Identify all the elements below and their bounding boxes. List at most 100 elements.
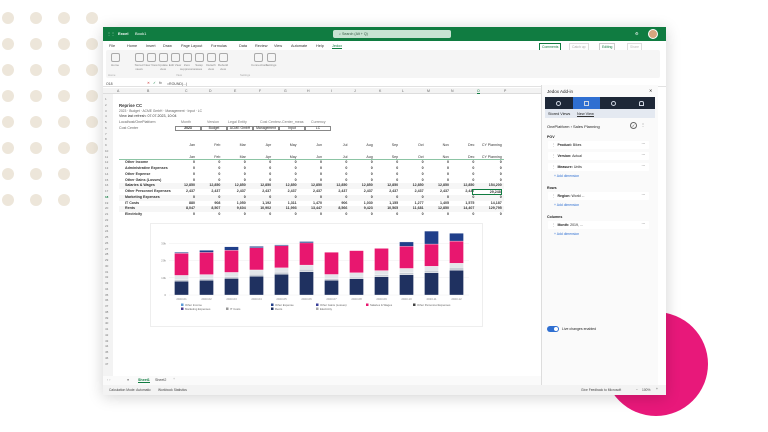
section-header-columns[interactable]: Columns: [547, 215, 562, 219]
data-cell[interactable]: 0: [402, 160, 424, 164]
data-cell[interactable]: 1,030: [351, 201, 373, 205]
data-cell[interactable]: 2,437: [351, 189, 373, 193]
settings-tab-icon[interactable]: [600, 97, 628, 109]
data-cell[interactable]: 0: [300, 172, 322, 176]
data-cell[interactable]: 14,187: [472, 201, 502, 205]
data-cell[interactable]: 0: [376, 166, 398, 170]
check-icon[interactable]: ✓: [630, 122, 637, 129]
view-tab-icon[interactable]: [572, 97, 600, 109]
drag-handle-icon[interactable]: ⋮: [552, 143, 556, 147]
data-cell[interactable]: 0: [249, 178, 271, 182]
settings-icon[interactable]: ⚙: [635, 31, 639, 36]
dimension-card[interactable]: ⋮ Region: World ... ⋯: [548, 192, 649, 200]
data-cell[interactable]: 0: [249, 160, 271, 164]
bell-icon[interactable]: [628, 97, 656, 109]
data-cell[interactable]: 1,470: [300, 201, 322, 205]
data-cell[interactable]: 0: [402, 178, 424, 182]
pov-header[interactable]: Month: [181, 120, 191, 124]
data-cell[interactable]: 0: [325, 178, 347, 182]
data-cell[interactable]: 0: [198, 172, 220, 176]
data-cell[interactable]: 0: [472, 172, 502, 176]
data-cell[interactable]: 0: [275, 178, 297, 182]
data-cell[interactable]: 0: [402, 166, 424, 170]
data-cell[interactable]: 1,311: [275, 201, 297, 205]
view-path[interactable]: OnePlatform › Sales Planning: [547, 124, 600, 129]
data-cell[interactable]: 0: [198, 178, 220, 182]
data-cell[interactable]: 0: [275, 160, 297, 164]
dimension-card[interactable]: ⋮ Month: 2019, ... ⋯: [548, 221, 649, 229]
row-label[interactable]: Administrative Expenses: [125, 166, 168, 170]
gear-tab-icon[interactable]: [545, 97, 573, 109]
month-header[interactable]: Aug: [351, 155, 372, 159]
data-cell[interactable]: 0: [325, 166, 347, 170]
data-cell[interactable]: 1,277: [402, 201, 424, 205]
month-header[interactable]: Mar: [224, 143, 246, 147]
pov-selector[interactable]: Budget: [201, 125, 227, 131]
month-header[interactable]: Jun: [300, 143, 322, 147]
data-cell[interactable]: 0: [300, 166, 322, 170]
data-cell[interactable]: 2,437: [325, 189, 347, 193]
zoom-level[interactable]: 100%: [642, 388, 650, 392]
prev-sheet-icon[interactable]: ‹ ›: [107, 378, 110, 382]
data-cell[interactable]: 2,437: [376, 189, 398, 193]
pov-header[interactable]: Currency: [311, 120, 326, 124]
month-header[interactable]: Feb: [198, 143, 220, 147]
avatar[interactable]: [648, 29, 658, 39]
data-cell[interactable]: 1,050: [224, 201, 246, 205]
more-icon[interactable]: ⋯: [642, 164, 646, 168]
data-cell[interactable]: 0: [472, 166, 502, 170]
row-label[interactable]: Other Expense: [125, 172, 150, 176]
month-header[interactable]: Apr: [249, 143, 272, 147]
workbook-statistics[interactable]: Workbook Statistics: [158, 388, 187, 392]
data-cell[interactable]: 0: [351, 178, 373, 182]
month-header[interactable]: Oct: [402, 143, 424, 147]
source-label[interactable]: Localhost/OnePlatform: [119, 120, 156, 124]
data-cell[interactable]: 0: [300, 178, 322, 182]
data-cell[interactable]: 0: [275, 212, 297, 216]
data-cell[interactable]: 0: [275, 166, 297, 170]
sheet-tab-sheet2[interactable]: Sheet2: [155, 378, 166, 382]
data-cell[interactable]: 0: [224, 172, 246, 176]
data-cell[interactable]: 2,437: [402, 189, 424, 193]
pov-selector[interactable]: 2023: [175, 125, 201, 131]
pov-selector[interactable]: Management: [253, 125, 279, 131]
data-cell[interactable]: 1,405: [427, 201, 449, 205]
data-cell[interactable]: 2,437: [249, 189, 271, 193]
close-icon[interactable]: ✕: [649, 88, 652, 93]
live-changes-toggle[interactable]: [547, 326, 559, 332]
data-cell[interactable]: 2,437: [198, 189, 220, 193]
data-cell[interactable]: 0: [249, 172, 271, 176]
data-cell[interactable]: 0: [173, 178, 195, 182]
data-cell[interactable]: 1,192: [249, 201, 271, 205]
pov-header[interactable]: Version: [207, 120, 219, 124]
all-sheets-icon[interactable]: ≡: [127, 378, 129, 382]
data-cell[interactable]: 0: [173, 212, 195, 216]
data-cell[interactable]: 0: [427, 178, 449, 182]
data-cell[interactable]: 0: [249, 212, 271, 216]
data-cell[interactable]: 0: [173, 172, 195, 176]
data-cell[interactable]: 0: [224, 178, 246, 182]
add-dimension-button[interactable]: + Add dimension: [554, 174, 579, 178]
more-icon[interactable]: ⋯: [642, 153, 646, 157]
month-header[interactable]: Nov: [427, 155, 449, 159]
data-cell[interactable]: 0: [198, 212, 220, 216]
pov-header[interactable]: Cost Center: [260, 120, 279, 124]
data-cell[interactable]: 0: [249, 166, 271, 170]
drag-handle-icon[interactable]: ⋮: [552, 154, 556, 158]
row-label[interactable]: Other Personnel Expenses: [125, 189, 171, 193]
row-label[interactable]: Other Gains (Losses): [125, 178, 161, 182]
pov-label[interactable]: Cost Center: [119, 126, 138, 130]
data-cell[interactable]: 0: [325, 212, 347, 216]
drag-handle-icon[interactable]: ⋮: [552, 223, 556, 227]
add-dimension-button[interactable]: + Add dimension: [554, 203, 579, 207]
data-cell[interactable]: 2,437: [275, 189, 297, 193]
data-cell[interactable]: 0: [198, 166, 220, 170]
data-cell[interactable]: 0: [376, 212, 398, 216]
data-cell[interactable]: 0: [472, 212, 502, 216]
month-header[interactable]: May: [275, 143, 297, 147]
data-cell[interactable]: 0: [275, 172, 297, 176]
data-cell[interactable]: 0: [376, 178, 398, 182]
more-icon[interactable]: ⋯: [642, 222, 646, 226]
data-cell[interactable]: 0: [173, 166, 195, 170]
zoom-out-icon[interactable]: −: [636, 388, 638, 392]
